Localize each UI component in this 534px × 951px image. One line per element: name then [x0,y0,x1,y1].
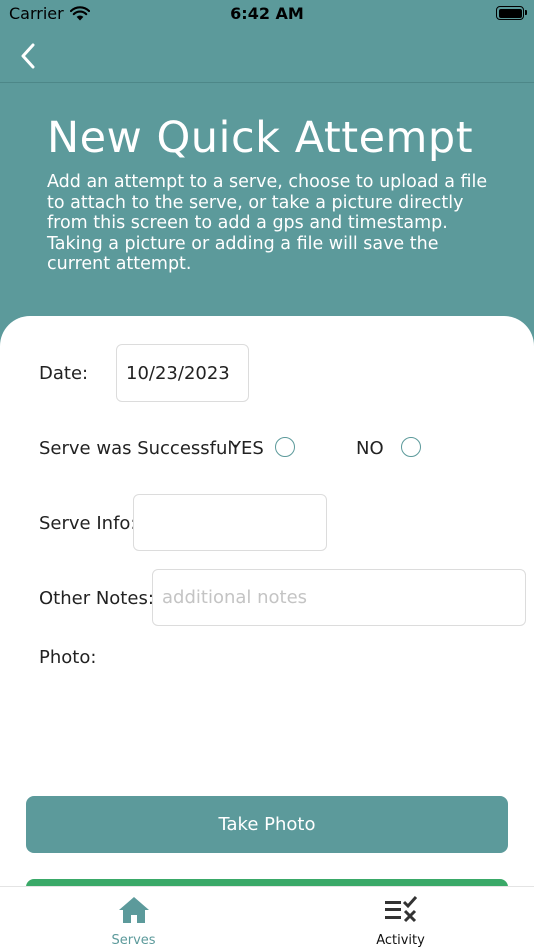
serve-info-field[interactable] [133,494,327,551]
tab-activity[interactable]: Activity [267,887,534,951]
photo-label: Photo: [39,647,97,668]
chevron-left-icon [21,43,35,69]
page-description: Add an attempt to a serve, choose to upl… [47,172,488,274]
battery-icon [496,6,527,20]
form-card [0,316,534,950]
tab-serves[interactable]: Serves [0,887,267,951]
take-photo-button[interactable]: Take Photo [26,796,508,853]
back-button[interactable] [12,38,44,74]
tab-bar: Serves Activity [0,886,534,951]
home-icon [118,897,149,923]
no-label: NO [356,438,384,459]
take-photo-button-label: Take Photo [218,814,316,835]
checklist-icon [384,896,417,923]
date-field[interactable] [116,344,249,402]
navigation-bar [0,30,534,83]
tab-activity-label: Activity [376,933,425,948]
tab-serves-label: Serves [111,933,156,948]
serve-info-label: Serve Info: [39,513,137,534]
page-title: New Quick Attempt [47,113,474,163]
no-radio[interactable] [401,437,421,457]
other-notes-field[interactable] [152,569,526,626]
header-section: New Quick Attempt Add an attempt to a se… [47,112,507,275]
yes-label: YES [230,438,264,459]
success-label: Serve was Successful: [39,438,239,459]
date-label: Date: [39,363,89,384]
other-notes-label: Other Notes: [39,588,154,609]
status-time: 6:42 AM [230,4,304,23]
status-bar: Carrier 6:42 AM [0,0,534,30]
yes-radio[interactable] [275,437,295,457]
